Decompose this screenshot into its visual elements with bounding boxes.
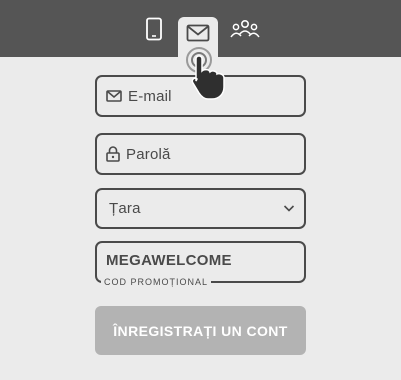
mail-icon (186, 24, 210, 42)
country-placeholder: Țara (109, 200, 141, 217)
chevron-down-icon (283, 205, 295, 212)
hand-pointer-icon (186, 47, 225, 100)
phone-icon (146, 17, 162, 40)
promo-code-label: COD PROMOȚIONAL (101, 277, 212, 287)
country-select[interactable]: Țara (95, 188, 306, 229)
mail-icon (106, 90, 122, 102)
password-placeholder: Parolă (126, 145, 171, 163)
tab-phone[interactable] (138, 0, 170, 57)
register-button[interactable]: ÎNREGISTRAȚI UN CONT (95, 306, 306, 355)
email-placeholder: E-mail (128, 87, 172, 105)
promo-code-value: MEGAWELCOME (106, 251, 232, 269)
password-field[interactable]: Parolă (95, 133, 306, 175)
group-icon (230, 19, 260, 37)
lock-icon (106, 146, 120, 162)
